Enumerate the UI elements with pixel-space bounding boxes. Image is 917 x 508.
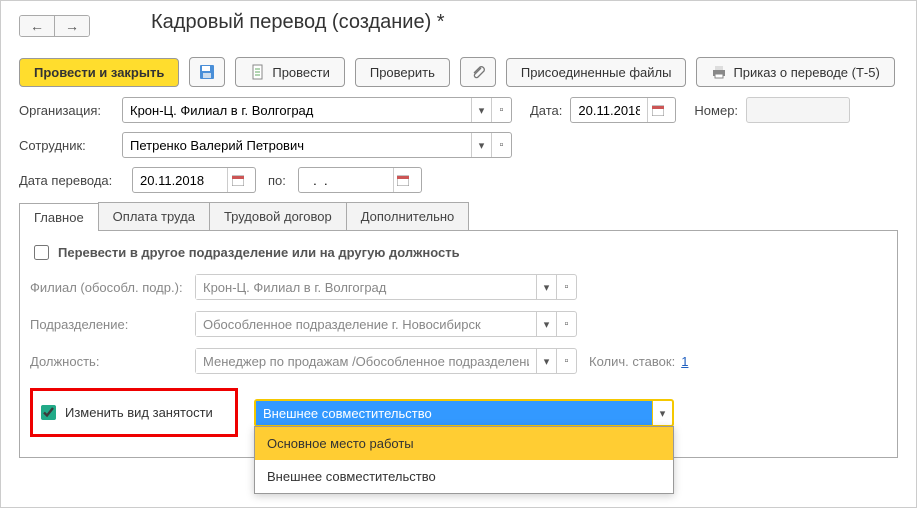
- dept-dropdown-button[interactable]: ▾: [536, 312, 556, 336]
- rates-value-link[interactable]: 1: [681, 354, 688, 369]
- org-input[interactable]: [123, 98, 471, 122]
- tab-pay[interactable]: Оплата труда: [98, 202, 210, 230]
- transfer-date-input[interactable]: [133, 168, 227, 192]
- page-title: Кадровый перевод (создание) *: [151, 11, 445, 34]
- calendar-icon: [232, 174, 244, 186]
- post-button-label: Провести: [272, 65, 330, 80]
- tab-contract[interactable]: Трудовой договор: [209, 202, 347, 230]
- post-and-close-button[interactable]: Провести и закрыть: [19, 58, 179, 87]
- number-label: Номер:: [694, 103, 738, 118]
- branch-label: Филиал (обособл. подр.):: [30, 280, 195, 295]
- position-dropdown-button[interactable]: ▾: [536, 349, 556, 373]
- dept-input: [196, 312, 536, 336]
- transfer-checkbox[interactable]: [34, 245, 49, 260]
- print-order-button[interactable]: Приказ о переводе (Т-5): [696, 57, 894, 87]
- emp-type-option-external[interactable]: Внешнее совместительство: [255, 460, 673, 493]
- dept-open-button[interactable]: ▫: [556, 312, 576, 336]
- position-open-button[interactable]: ▫: [556, 349, 576, 373]
- emp-type-checkbox-row[interactable]: Изменить вид занятости: [37, 402, 213, 423]
- employee-dropdown-button[interactable]: ▾: [471, 133, 491, 157]
- branch-input: [196, 275, 536, 299]
- emp-type-dropdown: Основное место работы Внешнее совместите…: [254, 426, 674, 494]
- branch-dropdown-button[interactable]: ▾: [536, 275, 556, 299]
- attach-button[interactable]: [460, 57, 496, 87]
- to-date-input[interactable]: [299, 168, 393, 192]
- transfer-date-calendar-button[interactable]: [227, 168, 247, 192]
- emp-type-checkbox-label: Изменить вид занятости: [65, 405, 213, 420]
- paperclip-icon: [470, 64, 486, 80]
- dept-label: Подразделение:: [30, 317, 195, 332]
- print-order-label: Приказ о переводе (Т-5): [733, 65, 879, 80]
- employee-label: Сотрудник:: [19, 138, 114, 153]
- nav-forward[interactable]: →: [54, 16, 89, 36]
- date-input[interactable]: [571, 98, 647, 122]
- date-label: Дата:: [530, 103, 562, 118]
- transfer-checkbox-label: Перевести в другое подразделение или на …: [58, 245, 460, 260]
- to-date-calendar-button[interactable]: [393, 168, 413, 192]
- position-label: Должность:: [30, 354, 195, 369]
- rates-label: Колич. ставок:: [589, 354, 675, 369]
- post-button[interactable]: Провести: [235, 57, 345, 87]
- calendar-icon: [652, 104, 664, 116]
- number-input[interactable]: [746, 97, 850, 123]
- employee-input[interactable]: [123, 133, 471, 157]
- calendar-icon: [397, 174, 409, 186]
- emp-type-option-main[interactable]: Основное место работы: [255, 427, 673, 460]
- org-open-button[interactable]: ▫: [491, 98, 511, 122]
- transfer-checkbox-row[interactable]: Перевести в другое подразделение или на …: [30, 242, 460, 263]
- floppy-icon: [199, 64, 215, 80]
- emp-type-input[interactable]: [256, 401, 652, 425]
- transfer-date-label: Дата перевода:: [19, 173, 124, 188]
- document-icon: [250, 64, 266, 80]
- date-calendar-button[interactable]: [647, 98, 667, 122]
- position-input: [196, 349, 536, 373]
- tab-extra[interactable]: Дополнительно: [346, 202, 470, 230]
- to-label: по:: [268, 173, 286, 188]
- org-dropdown-button[interactable]: ▾: [471, 98, 491, 122]
- employee-open-button[interactable]: ▫: [491, 133, 511, 157]
- nav-back[interactable]: ←: [20, 16, 54, 36]
- emp-type-checkbox[interactable]: [41, 405, 56, 420]
- emp-type-dropdown-button[interactable]: ▾: [652, 401, 672, 425]
- org-label: Организация:: [19, 103, 114, 118]
- check-button[interactable]: Проверить: [355, 58, 450, 87]
- printer-icon: [711, 64, 727, 80]
- tab-main[interactable]: Главное: [19, 203, 99, 231]
- branch-open-button[interactable]: ▫: [556, 275, 576, 299]
- save-button[interactable]: [189, 57, 225, 87]
- attached-files-button[interactable]: Присоединенные файлы: [506, 58, 687, 87]
